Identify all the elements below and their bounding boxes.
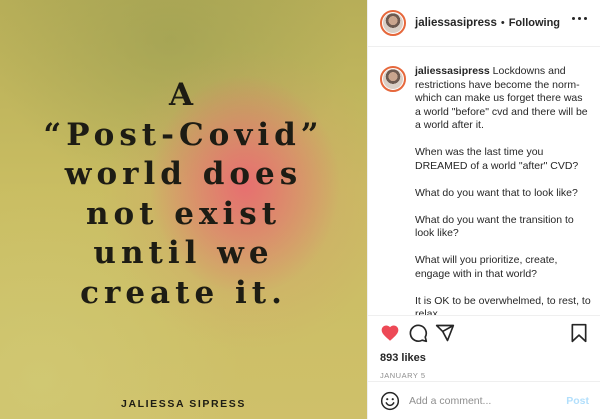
caption-paragraph: What will you prioritize, create, engage…	[415, 254, 558, 280]
post-header: jaliessasipress • Following	[368, 0, 600, 47]
post-image[interactable]: A “Post-Covid” world does not exist unti…	[0, 0, 367, 419]
post-actions: 893 likes JANUARY 5	[368, 315, 600, 380]
caption-paragraph: What do you want that to look like?	[415, 186, 578, 199]
quote-line: not exist	[85, 195, 282, 232]
likes-count[interactable]: 893 likes	[380, 352, 589, 364]
caption-paragraph: What do you want the transition to look …	[415, 213, 574, 240]
quote-line: A	[168, 77, 199, 113]
caption: jaliessasipress Lockdowns and restrictio…	[380, 65, 591, 315]
comment-icon[interactable]	[408, 323, 428, 343]
quote-author: JALIESSA SIPRESS	[121, 398, 246, 410]
action-icons	[380, 323, 589, 349]
bookmark-icon[interactable]	[569, 323, 589, 343]
quote-line: create it.	[80, 274, 287, 311]
comment-input[interactable]: Add a comment...	[409, 395, 566, 407]
emoji-icon[interactable]	[380, 391, 400, 411]
quote-line: “Post-Covid”	[43, 116, 324, 153]
caption-paragraph: It is OK to be overwhelmed, to rest, to …	[415, 294, 591, 316]
share-icon[interactable]	[435, 323, 455, 343]
header-username[interactable]: jaliessasipress	[415, 17, 497, 29]
caption-avatar[interactable]	[380, 66, 406, 92]
caption-paragraph: jaliessasipress Lockdowns and restrictio…	[415, 65, 591, 133]
caption-scroll-area[interactable]: jaliessasipress Lockdowns and restrictio…	[368, 47, 600, 315]
comment-bar: Add a comment... Post	[368, 381, 600, 419]
caption-username[interactable]: jaliessasipress	[415, 65, 490, 77]
more-icon[interactable]	[572, 17, 587, 20]
separator-dot: •	[500, 17, 505, 29]
following-button[interactable]: Following	[509, 17, 560, 29]
caption-text: jaliessasipress Lockdowns and restrictio…	[415, 65, 591, 315]
avatar[interactable]	[380, 10, 406, 36]
post-comment-button[interactable]: Post	[566, 395, 589, 407]
heart-icon[interactable]	[380, 323, 400, 343]
post-sidebar: jaliessasipress • Following jaliessasipr…	[367, 0, 600, 419]
quote-line: world does	[64, 156, 303, 192]
quote-line: until we	[93, 235, 274, 271]
post-modal: A “Post-Covid” world does not exist unti…	[0, 0, 600, 419]
post-date[interactable]: JANUARY 5	[380, 371, 589, 380]
caption-paragraph: When was the last time you DREAMED of a …	[415, 146, 579, 172]
quote-text: A “Post-Covid” world does not exist unti…	[0, 76, 367, 313]
